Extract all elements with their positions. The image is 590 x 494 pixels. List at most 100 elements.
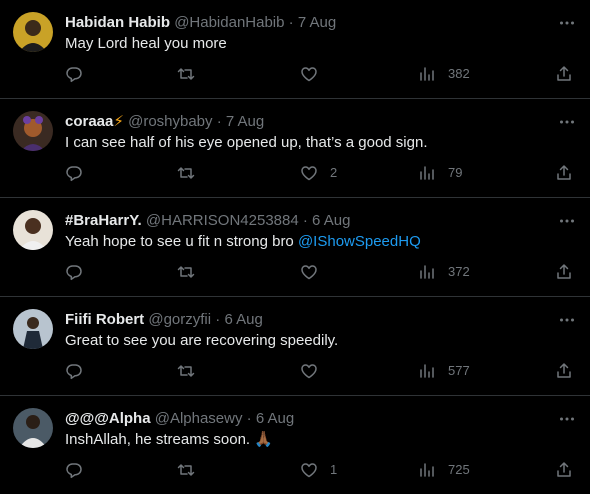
tweet-text: InshAllah, he streams soon. 🙏🏾 — [65, 430, 273, 450]
timestamp[interactable]: 7 Aug — [226, 113, 264, 130]
view-count: 382 — [448, 66, 470, 81]
separator: · — [288, 14, 294, 31]
reply-button[interactable] — [65, 361, 83, 381]
tweet[interactable]: Habidan Habib @HabidanHabib · 7 Aug May … — [0, 0, 590, 99]
retweet-icon — [177, 68, 195, 80]
views-chart-icon — [420, 166, 434, 180]
retweet-icon — [177, 365, 195, 377]
reply-icon — [66, 364, 82, 380]
tweet-text: Great to see you are recovering speedily… — [65, 332, 339, 349]
display-name[interactable]: @@@Alpha — [65, 410, 151, 427]
timestamp[interactable]: 6 Aug — [224, 311, 262, 328]
avatar[interactable] — [13, 408, 53, 448]
like-button[interactable] — [300, 361, 330, 381]
user-handle[interactable]: @HabidanHabib — [174, 14, 284, 31]
retweet-icon — [177, 167, 195, 179]
reply-button[interactable] — [65, 64, 83, 84]
timestamp[interactable]: 6 Aug — [312, 212, 350, 229]
display-name[interactable]: Fiifi Robert — [65, 311, 144, 328]
action-bar: 577 — [0, 361, 590, 385]
action-bar: 382 — [0, 64, 590, 88]
avatar[interactable] — [13, 12, 53, 52]
separator: · — [246, 410, 252, 427]
share-button[interactable] — [555, 262, 573, 282]
more-options-icon[interactable] — [558, 311, 576, 329]
lightning-badge: ⚡ — [113, 113, 124, 130]
avatar[interactable] — [13, 111, 53, 151]
views-chart-icon — [420, 364, 434, 378]
tweet-header: @@@Alpha @Alphasewy · 6 Aug — [65, 409, 294, 429]
heart-icon — [301, 364, 317, 379]
action-bar: 372 — [0, 262, 590, 286]
views-chart-icon — [420, 67, 434, 81]
like-button[interactable] — [300, 64, 330, 84]
share-icon — [557, 363, 571, 378]
reply-button[interactable] — [65, 262, 83, 282]
heart-icon — [301, 67, 317, 82]
like-button[interactable]: 2 — [300, 163, 337, 183]
user-handle[interactable]: @HARRISON4253884 — [146, 212, 299, 229]
share-icon — [557, 66, 571, 81]
display-name[interactable]: Habidan Habib — [65, 14, 170, 31]
user-handle[interactable]: @Alphasewy — [155, 410, 243, 427]
separator: · — [216, 113, 222, 130]
more-options-icon[interactable] — [558, 14, 576, 32]
like-button[interactable]: 1 — [300, 460, 337, 480]
tweet-body: InshAllah, he streams soon. — [65, 431, 255, 448]
views-button[interactable]: 577 — [418, 361, 470, 381]
avatar[interactable] — [13, 309, 53, 349]
heart-icon — [301, 463, 317, 478]
user-handle[interactable]: @roshybaby — [128, 113, 212, 130]
separator: · — [302, 212, 308, 229]
share-button[interactable] — [555, 163, 573, 183]
view-count: 725 — [448, 462, 470, 477]
like-count: 2 — [330, 165, 338, 180]
heart-icon — [301, 166, 317, 181]
retweet-icon — [177, 464, 195, 476]
display-name[interactable]: coraaa — [65, 113, 113, 130]
views-button[interactable]: 382 — [418, 64, 470, 84]
tweet-body: Yeah hope to see u fit n strong bro — [65, 233, 298, 250]
view-count: 577 — [448, 363, 470, 378]
more-options-icon[interactable] — [558, 410, 576, 428]
views-button[interactable]: 79 — [418, 163, 462, 183]
reply-icon — [66, 67, 82, 83]
views-button[interactable]: 725 — [418, 460, 470, 480]
tweet[interactable]: Fiifi Robert @gorzyfii · 6 Aug Great to … — [0, 297, 590, 396]
reply-button[interactable] — [65, 163, 83, 183]
more-options-icon[interactable] — [558, 212, 576, 230]
views-chart-icon — [420, 265, 434, 279]
retweet-button[interactable] — [177, 262, 195, 282]
tweet[interactable]: coraaa⚡ @roshybaby · 7 Aug I can see hal… — [0, 99, 590, 198]
view-count: 372 — [448, 264, 470, 279]
display-name[interactable]: #BraHarrY. — [65, 212, 142, 229]
tweet[interactable]: #BraHarrY. @HARRISON4253884 · 6 Aug Yeah… — [0, 198, 590, 297]
retweet-icon — [177, 266, 195, 278]
avatar[interactable] — [13, 210, 53, 250]
tweet-header: Habidan Habib @HabidanHabib · 7 Aug — [65, 13, 336, 33]
timestamp[interactable]: 6 Aug — [256, 410, 294, 427]
timestamp[interactable]: 7 Aug — [298, 14, 336, 31]
share-button[interactable] — [555, 460, 573, 480]
retweet-button[interactable] — [177, 64, 195, 84]
more-options-icon[interactable] — [558, 113, 576, 131]
share-button[interactable] — [555, 64, 573, 84]
view-count: 79 — [448, 165, 463, 180]
user-handle[interactable]: @gorzyfii — [148, 311, 211, 328]
like-count: 1 — [330, 462, 338, 477]
separator: · — [215, 311, 221, 328]
retweet-button[interactable] — [177, 460, 195, 480]
like-button[interactable] — [300, 262, 330, 282]
action-bar: 2 79 — [0, 163, 590, 187]
reply-button[interactable] — [65, 460, 83, 480]
retweet-button[interactable] — [177, 163, 195, 183]
views-button[interactable]: 372 — [418, 262, 470, 282]
share-icon — [557, 462, 571, 477]
retweet-button[interactable] — [177, 361, 195, 381]
reply-icon — [66, 265, 82, 281]
tweet-header: #BraHarrY. @HARRISON4253884 · 6 Aug — [65, 211, 350, 231]
mention-link[interactable]: @IShowSpeedHQ — [298, 233, 421, 250]
tweet[interactable]: @@@Alpha @Alphasewy · 6 Aug InshAllah, h… — [0, 396, 590, 494]
tweet-header: Fiifi Robert @gorzyfii · 6 Aug — [65, 310, 263, 330]
share-button[interactable] — [555, 361, 573, 381]
